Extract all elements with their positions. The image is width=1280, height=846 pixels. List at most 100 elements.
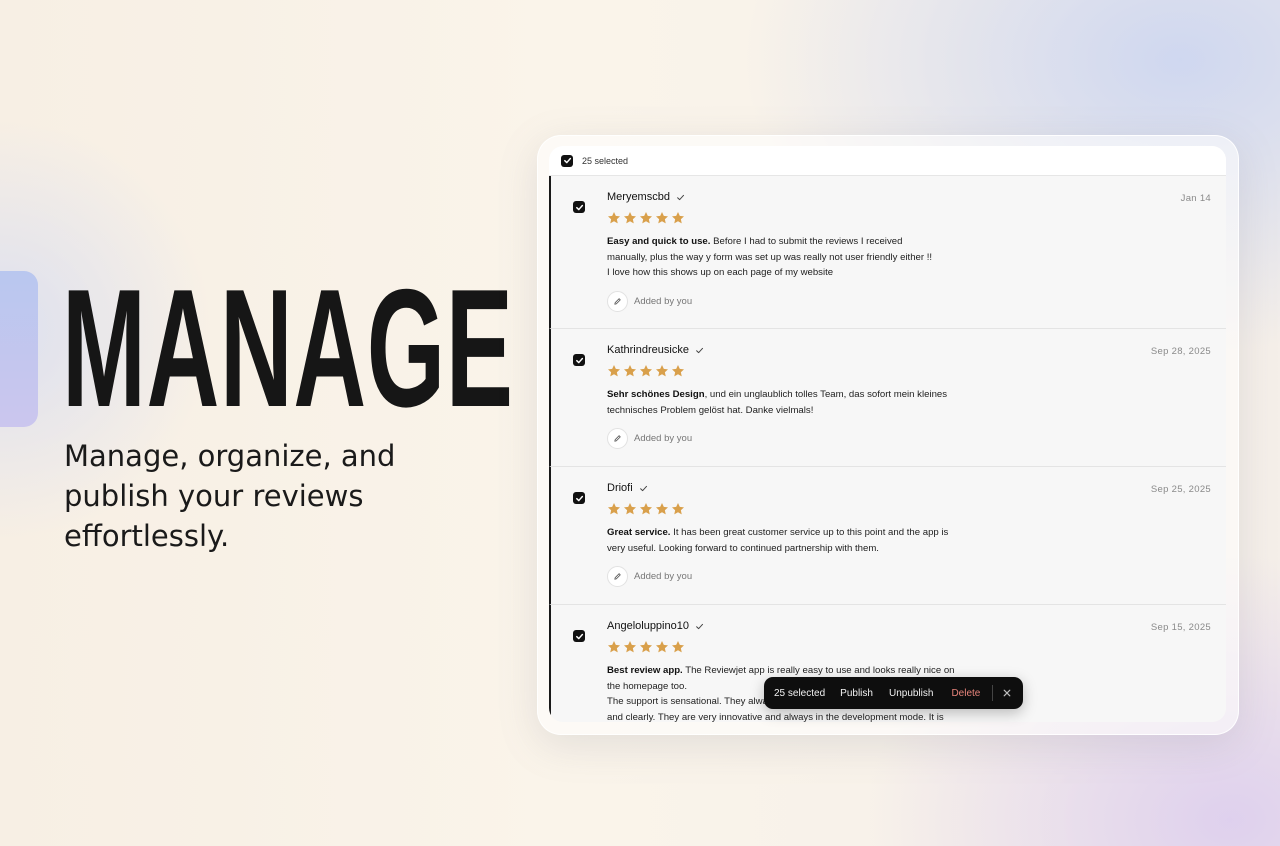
review-author: Kathrindreusicke bbox=[607, 344, 689, 356]
added-by-indicator: Added by you bbox=[607, 566, 987, 588]
review-author: Angeloluppino10 bbox=[607, 620, 689, 632]
star-rating bbox=[607, 640, 987, 655]
edit-review-button[interactable] bbox=[607, 291, 628, 313]
star-icon bbox=[655, 503, 669, 515]
selected-count-label: 25 selected bbox=[582, 155, 629, 166]
bulk-selected-count: 25 selected bbox=[774, 687, 826, 699]
review-checkbox[interactable] bbox=[573, 630, 585, 642]
delete-button[interactable]: Delete bbox=[951, 688, 980, 699]
star-icon bbox=[623, 503, 637, 515]
star-icon bbox=[655, 365, 669, 377]
checkbox-checked-icon bbox=[575, 633, 583, 639]
review-content: Meryemscbd Easy and quick to use. Before … bbox=[607, 176, 987, 313]
star-icon bbox=[607, 212, 621, 224]
star-icon bbox=[671, 641, 685, 653]
review-text-fragment: It has been great customer service up to… bbox=[670, 527, 949, 538]
select-all-checkbox[interactable] bbox=[561, 154, 573, 167]
added-by-indicator: Added by you bbox=[607, 428, 987, 450]
hero-subtitle: Manage, organize, and publish your revie… bbox=[64, 439, 396, 553]
edit-review-button[interactable] bbox=[607, 428, 628, 450]
review-checkbox[interactable] bbox=[573, 354, 585, 366]
review-row[interactable]: Jan 14 Meryemscbd Easy and quick to use. B… bbox=[549, 176, 1226, 329]
review-text-fragment: The Reviewjet app is really easy to use … bbox=[682, 665, 955, 676]
verified-check-icon bbox=[696, 623, 704, 629]
review-row[interactable]: Sep 28, 2025 Kathrindreusicke Sehr schönes… bbox=[549, 329, 1226, 467]
checkbox-checked-icon bbox=[563, 157, 571, 164]
verified-check-icon bbox=[696, 347, 703, 353]
review-headline: Great service. bbox=[607, 527, 671, 538]
checkbox-checked-icon bbox=[575, 204, 583, 210]
added-by-indicator: Added by you bbox=[607, 291, 987, 313]
pencil-icon bbox=[614, 298, 621, 305]
star-icon bbox=[607, 365, 621, 377]
star-rating bbox=[607, 502, 987, 517]
star-icon bbox=[655, 212, 669, 224]
star-icon bbox=[639, 641, 653, 653]
side-tab-decoration bbox=[0, 271, 38, 427]
reviews-panel: 25 selected Jan 14 Meryemscbd Easy and qui… bbox=[549, 146, 1226, 722]
star-icon bbox=[639, 503, 653, 515]
review-headline: Easy and quick to use. bbox=[607, 236, 711, 247]
review-author-line: Angeloluppino10 bbox=[607, 619, 987, 633]
review-author: Driofi bbox=[607, 482, 633, 494]
review-text: Easy and quick to use. Before I had to s… bbox=[607, 234, 987, 281]
star-icon bbox=[623, 641, 637, 653]
review-text-line: manually, plus the way y form was set up… bbox=[607, 251, 933, 263]
review-text-line: and clearly. They are very innovative an… bbox=[607, 712, 944, 722]
verified-check-icon bbox=[639, 485, 647, 491]
added-by-label: Added by you bbox=[634, 571, 693, 583]
star-icon bbox=[607, 641, 621, 653]
review-checkbox[interactable] bbox=[573, 201, 585, 213]
review-content: Driofi Great service. It has been great c… bbox=[607, 467, 987, 588]
pencil-icon bbox=[614, 435, 621, 443]
checkbox-checked-icon bbox=[575, 495, 583, 501]
star-icon bbox=[671, 212, 685, 224]
star-icon bbox=[623, 365, 637, 377]
review-checkbox[interactable] bbox=[573, 492, 585, 504]
star-rating bbox=[607, 211, 987, 226]
review-text-fragment: , und ein unglaublich tolles Team, das s… bbox=[704, 389, 948, 400]
edit-review-button[interactable] bbox=[607, 566, 628, 588]
star-icon bbox=[671, 503, 685, 515]
action-bar-divider bbox=[992, 685, 994, 701]
added-by-label: Added by you bbox=[634, 433, 693, 445]
review-text-line: I love how this shows up on each page of… bbox=[607, 267, 834, 279]
star-icon bbox=[623, 212, 637, 224]
unpublish-button[interactable]: Unpublish bbox=[889, 688, 933, 699]
review-date: Sep 28, 2025 bbox=[1150, 346, 1211, 357]
review-author-line: Kathrindreusicke bbox=[607, 343, 987, 357]
star-rating bbox=[607, 364, 987, 379]
review-headline: Sehr schönes Design bbox=[607, 389, 705, 400]
added-by-label: Added by you bbox=[634, 296, 693, 308]
star-icon bbox=[671, 365, 685, 377]
pencil-icon bbox=[614, 573, 621, 581]
review-row[interactable]: Sep 25, 2025 Driofi Great service. It has … bbox=[549, 467, 1226, 605]
close-icon[interactable] bbox=[1003, 689, 1011, 697]
verified-check-icon bbox=[677, 194, 685, 200]
publish-button[interactable]: Publish bbox=[840, 688, 873, 699]
review-text-fragment: Before I had to submit the reviews I rec… bbox=[710, 236, 903, 247]
review-text-line: Easy and quick to use. Before I had to s… bbox=[607, 234, 987, 250]
review-author-line: Meryemscbd bbox=[607, 190, 987, 204]
review-text-line: technisches Problem gelöst hat. Danke vi… bbox=[607, 404, 814, 416]
selection-header: 25 selected bbox=[549, 146, 1226, 176]
star-icon bbox=[639, 365, 653, 377]
review-date: Sep 25, 2025 bbox=[1150, 484, 1211, 495]
review-text-line: Great service. It has been great custome… bbox=[607, 525, 987, 541]
review-date: Sep 15, 2025 bbox=[1150, 622, 1211, 633]
hero-title: MANAGE bbox=[62, 254, 514, 442]
star-icon bbox=[607, 503, 621, 515]
review-author-line: Driofi bbox=[607, 481, 987, 495]
checkbox-checked-icon bbox=[575, 357, 583, 363]
review-content: Kathrindreusicke Sehr schönes Design, und… bbox=[607, 329, 987, 450]
review-text: Sehr schönes Design, und ein unglaublich… bbox=[607, 387, 987, 418]
review-author: Meryemscbd bbox=[607, 191, 670, 203]
bulk-action-bar: 25 selected Publish Unpublish Delete bbox=[764, 677, 1023, 709]
review-text-line: Sehr schönes Design, und ein unglaublich… bbox=[607, 387, 987, 403]
review-text-line: very useful. Looking forward to continue… bbox=[607, 542, 879, 554]
reviews-list: Jan 14 Meryemscbd Easy and quick to use. B… bbox=[549, 176, 1226, 722]
star-icon bbox=[655, 641, 669, 653]
star-icon bbox=[639, 212, 653, 224]
review-text: Great service. It has been great custome… bbox=[607, 525, 987, 556]
review-headline: Best review app. bbox=[607, 665, 683, 676]
